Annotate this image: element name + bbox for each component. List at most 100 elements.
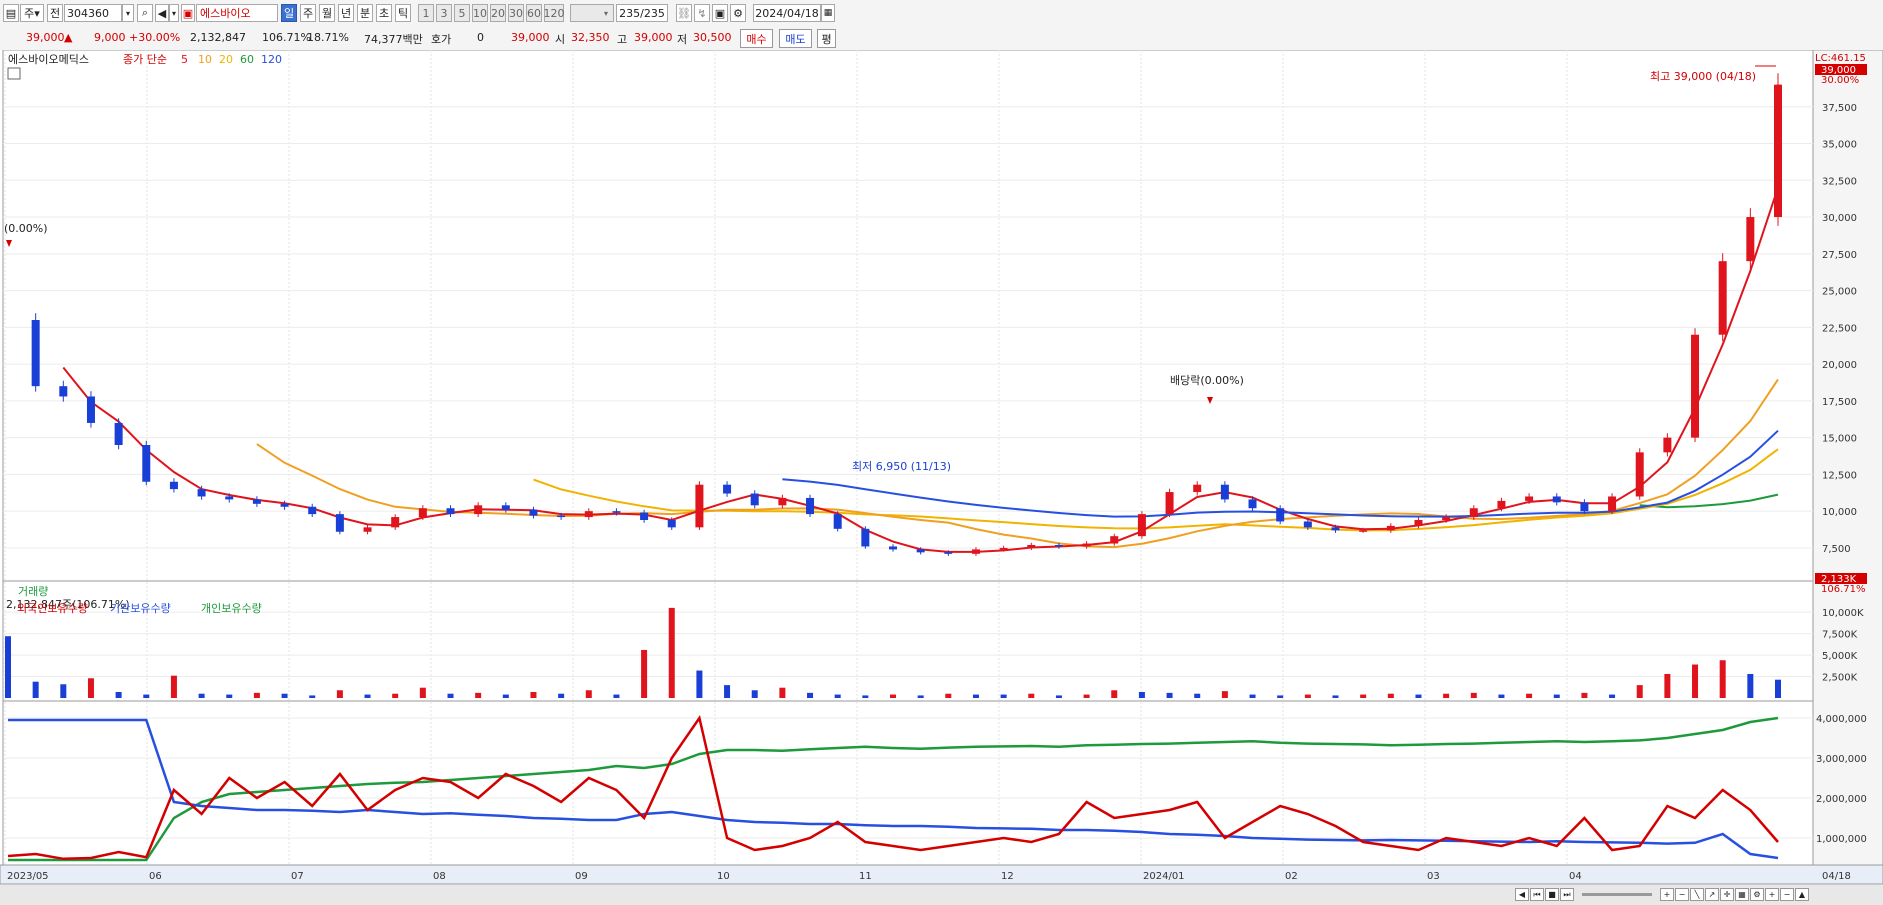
zoom-in-icon[interactable]: + — [1660, 888, 1674, 901]
minute-button-30[interactable]: 30 — [508, 4, 524, 22]
stop-icon[interactable]: ■ — [1545, 888, 1559, 901]
stock-code-input[interactable]: 304360 — [64, 4, 122, 22]
stock-chart[interactable]: 2023/05 06 07 08 09 10 11 12 2024/01 02 03 04 04/18 3… — [0, 50, 1883, 884]
gear-icon[interactable]: ⚙ — [730, 4, 746, 22]
volume-bar — [613, 694, 620, 698]
draw-line-icon[interactable]: ╲ — [1690, 888, 1704, 901]
minute-button-120[interactable]: 120 — [544, 4, 565, 22]
crosshair-icon[interactable]: ✛ — [1720, 888, 1734, 901]
zoom-out-icon[interactable]: − — [1675, 888, 1689, 901]
candle-body — [778, 497, 787, 506]
candle-body — [944, 552, 953, 554]
period-select[interactable]: 주 ▾ — [20, 4, 44, 22]
count-field-spacer: ▾ — [570, 4, 614, 22]
quote-bar: 39,000 ▲ 9,000 +30.00% 2,132,847 106.71%… — [0, 26, 1883, 51]
interval-tab-4[interactable]: 분 — [357, 4, 373, 22]
expand-icon[interactable]: ▲ — [1795, 888, 1809, 901]
type-select[interactable]: 전 — [47, 4, 63, 22]
search-icon[interactable]: ⌕ — [137, 4, 153, 22]
buy-button[interactable]: 매수 — [740, 29, 773, 48]
volume-bar — [1055, 695, 1062, 698]
price-y-tick: 20,000 — [1822, 360, 1857, 371]
draw-tool-icon[interactable]: ↗ — [1705, 888, 1719, 901]
volume-bar — [1443, 693, 1450, 698]
minute-button-5[interactable]: 5 — [454, 4, 470, 22]
sell-button[interactable]: 매도 — [779, 29, 812, 48]
sound-icon[interactable]: ◀ — [155, 4, 169, 22]
interval-tab-2[interactable]: 월 — [319, 4, 335, 22]
volume-bar — [143, 694, 150, 698]
candle-body — [806, 497, 815, 515]
save-icon[interactable]: ▣ — [712, 4, 728, 22]
candle-body — [1552, 496, 1561, 503]
count-field[interactable]: 235/235 — [616, 4, 668, 22]
settings-icon[interactable]: ⚙ — [1750, 888, 1764, 901]
legend-individual: 개인보유수량 — [201, 602, 262, 615]
candle-body — [474, 505, 483, 515]
volume-bar — [530, 691, 537, 698]
candle-body — [197, 489, 206, 497]
x-tick-label: 07 — [291, 871, 304, 882]
code-dropdown-icon[interactable]: ▾ — [122, 4, 134, 22]
volume-bar — [1692, 664, 1699, 698]
up-arrow-icon: ▲ — [64, 31, 73, 44]
volume-bar — [1775, 679, 1781, 698]
minute-button-3[interactable]: 3 — [436, 4, 452, 22]
chart-mode-icon[interactable]: ↯ — [694, 4, 710, 22]
interval-tab-5[interactable]: 초 — [376, 4, 392, 22]
candle-body — [308, 506, 317, 515]
high-label: 고 — [617, 33, 628, 46]
favorite-icon[interactable]: ▣ — [181, 4, 195, 22]
x-tick-label: 10 — [717, 871, 730, 882]
ma60-label: 60 — [240, 53, 254, 66]
legend-foreign: 외국인보유수량 — [17, 602, 88, 615]
date-field[interactable]: 2024/04/18 — [753, 4, 821, 22]
volume-bar — [1028, 693, 1035, 698]
candle-body — [640, 512, 649, 520]
last-page-icon[interactable]: ⏭ — [1560, 888, 1574, 901]
volume-bar — [309, 695, 316, 698]
grid-toggle-icon[interactable]: ▦ — [1735, 888, 1749, 901]
candle-body — [1414, 520, 1423, 526]
eval-button[interactable]: 평 — [817, 29, 836, 48]
interval-tab-1[interactable]: 주 — [300, 4, 316, 22]
zoom-slider[interactable] — [1582, 893, 1652, 896]
holding-y-tick: 4,000,000 — [1816, 714, 1867, 725]
price-y-tick: 32,500 — [1822, 176, 1857, 187]
interval-tab-3[interactable]: 년 — [338, 4, 354, 22]
stock-name-field[interactable]: 에스바이오 — [196, 4, 278, 22]
price-y-tick: 25,000 — [1822, 287, 1857, 298]
low-price: 30,500 — [693, 31, 732, 44]
candle-body — [1137, 514, 1146, 537]
candle-body — [446, 508, 455, 515]
calendar-icon[interactable]: ▦ — [821, 4, 835, 22]
interval-tab-0[interactable]: 일 — [281, 4, 297, 22]
sound-dropdown-icon[interactable]: ▾ — [169, 4, 179, 22]
minute-button-20[interactable]: 20 — [490, 4, 506, 22]
link-icon[interactable]: ⛓ — [676, 4, 692, 22]
volume-panel[interactable] — [2, 580, 1814, 702]
scroll-left-icon[interactable]: ◀ — [1515, 888, 1529, 901]
volume-bar — [862, 695, 869, 698]
interval-tab-6[interactable]: 틱 — [395, 4, 411, 22]
candle-body — [59, 386, 68, 397]
minute-button-10[interactable]: 10 — [472, 4, 488, 22]
volume-bar — [1664, 673, 1671, 698]
layout-icon[interactable]: ▤ — [3, 4, 19, 22]
volume-value: 2,132,847 — [190, 31, 246, 44]
remove-icon[interactable]: − — [1780, 888, 1794, 901]
minute-button-60[interactable]: 60 — [526, 4, 542, 22]
add-icon[interactable]: + — [1765, 888, 1779, 901]
volume-bar — [1304, 694, 1311, 698]
minute-button-1[interactable]: 1 — [418, 4, 434, 22]
volume-bar — [696, 670, 703, 698]
price-y-tick: 7,500 — [1822, 544, 1851, 555]
volume-bar — [32, 681, 39, 698]
volume-y-tick: 5,000K — [1822, 651, 1858, 662]
price-y-tick: 15,000 — [1822, 434, 1857, 445]
candle-body — [584, 511, 593, 518]
volume-bar — [1719, 660, 1726, 698]
table-icon[interactable] — [7, 67, 21, 80]
first-page-icon[interactable]: ⏮ — [1530, 888, 1544, 901]
candle-body — [833, 514, 842, 529]
